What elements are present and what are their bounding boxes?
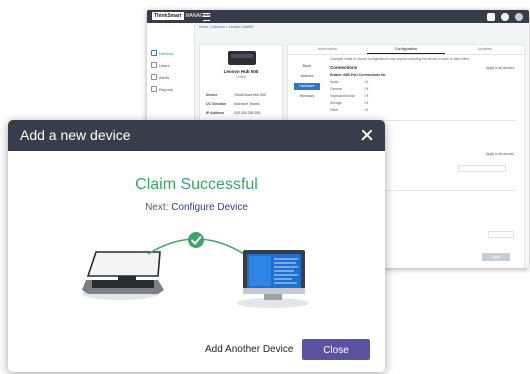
user-avatar-icon[interactable] — [515, 13, 523, 21]
config-tabs: Information Configuration Updates — [288, 45, 524, 55]
claim-success-title: Claim Successful — [135, 176, 258, 193]
device-image — [228, 51, 256, 65]
monitor-icon — [237, 250, 309, 308]
subsection-title: Enable USB Port Connections for — [330, 73, 386, 77]
tab-configuration[interactable]: Configuration — [366, 45, 446, 54]
close-button[interactable]: Close — [302, 339, 370, 360]
category-hardware[interactable]: Hardware — [294, 83, 320, 90]
app-topbar: ThinkSmart MANAGER — [147, 10, 529, 23]
modal-header: Add a new device — [8, 120, 385, 151]
modal-title: Add a new device — [20, 127, 131, 143]
connection-row[interactable]: Keyboard/Mouse Off — [330, 94, 390, 98]
sidebar-item-devices[interactable]: Devices — [151, 50, 173, 56]
tab-updates[interactable]: Updates — [445, 45, 524, 54]
connection-row[interactable]: Camera Off — [330, 87, 390, 91]
configure-device-link[interactable]: Configure Device — [171, 202, 248, 213]
sidebar-item-alerts[interactable]: Alerts — [151, 74, 169, 80]
category-basic[interactable]: Basic — [294, 63, 320, 70]
apply-all-checkbox[interactable]: Apply to all devices — [486, 152, 514, 156]
topbar-icons — [487, 11, 523, 21]
breadcrumb[interactable]: Home > Devices > Lenovo Hub500 — [199, 25, 253, 29]
setting-input[interactable] — [488, 231, 514, 238]
close-icon[interactable] — [359, 127, 375, 143]
device-status: Online — [235, 75, 247, 79]
sidebar-item-reports[interactable]: Reports — [151, 86, 173, 92]
add-another-device-link[interactable]: Add Another Device — [205, 344, 293, 355]
connection-row[interactable]: Storage Off — [330, 101, 390, 105]
category-network[interactable]: Network — [294, 73, 320, 80]
hub-device-icon — [82, 251, 164, 300]
setting-input[interactable] — [458, 165, 506, 172]
config-description: Changes made to certain configurations m… — [330, 57, 470, 61]
connection-row[interactable]: Other Off — [330, 108, 390, 112]
device-info-row: UC Solution Microsoft Teams — [206, 102, 260, 106]
checkmark-icon — [188, 232, 204, 248]
next-label: Next: — [145, 202, 169, 213]
hamburger-menu-icon[interactable] — [203, 13, 210, 21]
app-logo: ThinkSmart MANAGER — [152, 12, 211, 20]
reports-icon — [151, 86, 157, 92]
category-windows[interactable]: Windows — [294, 93, 320, 100]
chat-icon[interactable] — [487, 13, 495, 21]
device-name: Lenovo Hub 500 — [223, 69, 259, 74]
sidebar-item-users[interactable]: Users — [151, 62, 169, 68]
save-button[interactable]: Save — [482, 253, 510, 261]
next-step: Next: Configure Device — [8, 202, 385, 213]
alerts-icon — [151, 74, 157, 80]
add-device-modal: Add a new device Claim Successful Next: … — [8, 120, 385, 372]
devices-icon — [151, 50, 157, 56]
device-info-row: Device ThinkSmart Hub 500 — [206, 93, 267, 97]
users-icon — [151, 62, 157, 68]
section-title: Connections — [330, 65, 358, 70]
device-connection-illustration — [82, 232, 309, 308]
tab-information[interactable]: Information — [288, 45, 367, 54]
help-icon[interactable] — [501, 13, 509, 21]
apply-all-checkbox[interactable]: Apply to all devices — [486, 66, 514, 70]
device-info-row: IP Address 203.255.255.255 — [206, 111, 261, 115]
connection-row[interactable]: Audio Off — [330, 80, 390, 84]
